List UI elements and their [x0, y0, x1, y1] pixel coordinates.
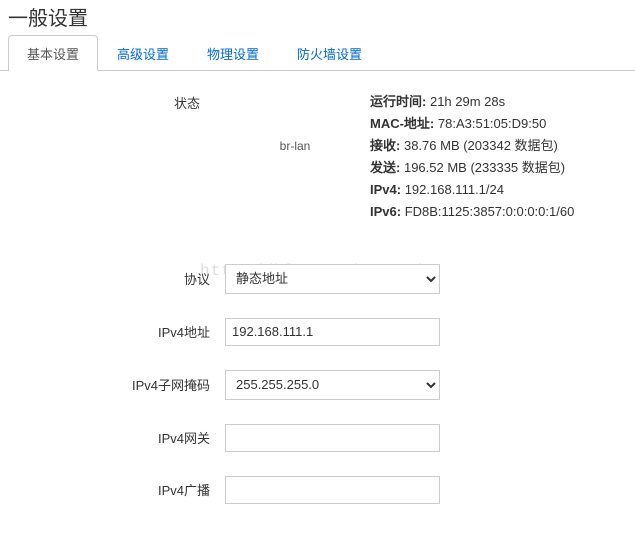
ipv4addr-input[interactable] [225, 318, 440, 346]
protocol-label: 协议 [10, 269, 225, 288]
rx-value: 38.76 MB (203342 数据包) [404, 138, 558, 153]
page-title: 一般设置 [0, 0, 635, 35]
tabs: 基本设置 高级设置 物理设置 防火墙设置 [0, 35, 635, 71]
tx-key: 发送: [370, 160, 400, 175]
netmask-label: IPv4子网掩码 [10, 375, 225, 394]
gateway-input[interactable] [225, 424, 440, 452]
mac-key: MAC-地址: [370, 116, 434, 131]
tab-firewall[interactable]: 防火墙设置 [278, 35, 381, 71]
rx-key: 接收: [370, 138, 400, 153]
status-label: 状态 [10, 91, 220, 112]
uptime-key: 运行时间: [370, 94, 426, 109]
mac-value: 78:A3:51:05:D9:50 [438, 116, 546, 131]
tx-value: 196.52 MB (233335 数据包) [404, 160, 565, 175]
status-row: 状态 br-lan 运行时间: 21h 29m 28s MAC-地址: 78:A… [10, 91, 625, 224]
broadcast-input[interactable] [225, 476, 440, 504]
broadcast-label: IPv4广播 [10, 480, 225, 499]
ipv6-key: IPv6: [370, 204, 401, 219]
status-interface: br-lan [220, 91, 370, 153]
status-details: 运行时间: 21h 29m 28s MAC-地址: 78:A3:51:05:D9… [370, 91, 625, 224]
netmask-select[interactable]: 255.255.255.0 [225, 370, 440, 400]
ipv4-value: 192.168.111.1/24 [405, 182, 504, 197]
tab-advanced[interactable]: 高级设置 [98, 35, 188, 71]
ipv4addr-label: IPv4地址 [10, 322, 225, 341]
protocol-select[interactable]: 静态地址 [225, 264, 440, 294]
ipv6-value: FD8B:1125:3857:0:0:0:0:1/60 [405, 204, 575, 219]
ipv4-key: IPv4: [370, 182, 401, 197]
gateway-label: IPv4网关 [10, 428, 225, 447]
uptime-value: 21h 29m 28s [430, 94, 505, 109]
tab-basic[interactable]: 基本设置 [8, 35, 98, 71]
tab-physical[interactable]: 物理设置 [188, 35, 278, 71]
